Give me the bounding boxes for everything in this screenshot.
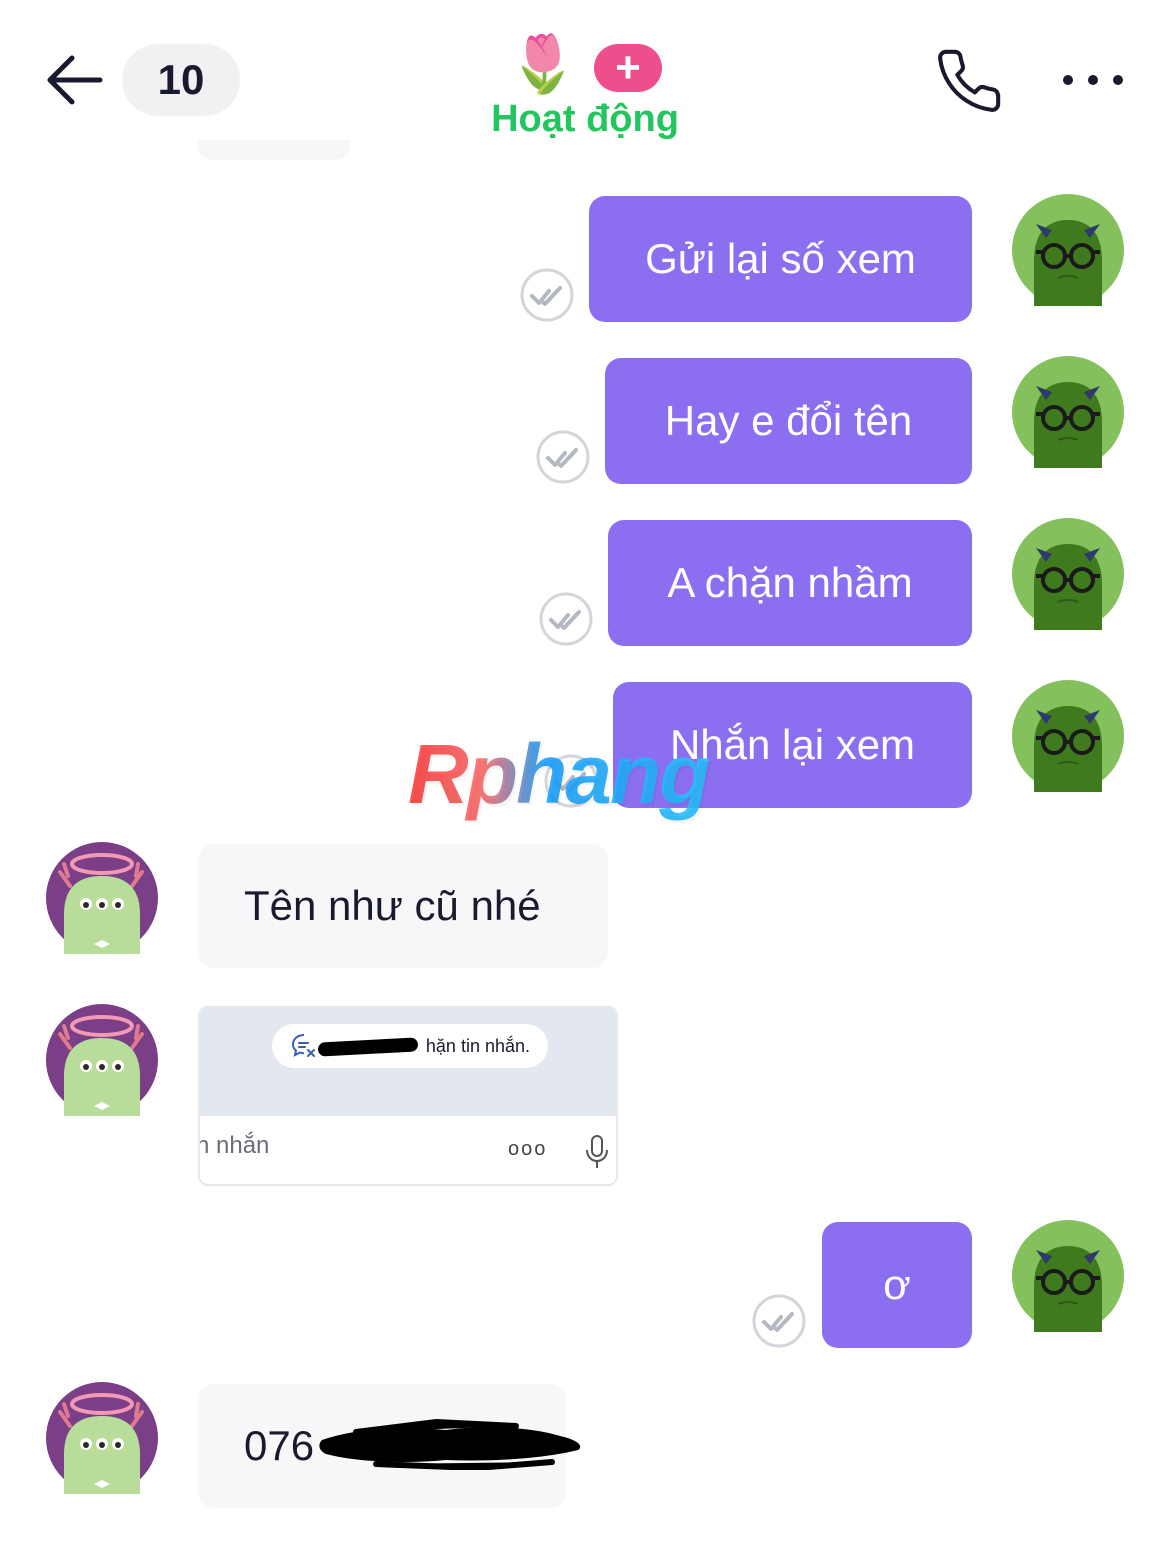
sent-message-bubble[interactable]: ơ bbox=[822, 1222, 972, 1348]
chat-blocked-icon bbox=[291, 1034, 315, 1057]
previous-message-edge bbox=[198, 140, 350, 160]
seen-check-icon bbox=[520, 268, 574, 322]
more-options-icon[interactable] bbox=[1058, 66, 1128, 94]
image-more-dots: ooo bbox=[508, 1138, 548, 1160]
contact-avatar[interactable] bbox=[46, 1004, 158, 1116]
my-avatar[interactable] bbox=[1012, 194, 1124, 306]
online-status: Hoạt động bbox=[491, 98, 679, 140]
my-avatar[interactable] bbox=[1012, 680, 1124, 792]
received-message-bubble[interactable]: Tên như cũ nhé bbox=[198, 844, 608, 968]
back-arrow-icon[interactable] bbox=[44, 52, 108, 108]
my-avatar[interactable] bbox=[1012, 356, 1124, 468]
image-input-placeholder: n nhắn bbox=[198, 1132, 270, 1159]
blocked-notice-text: hặn tin nhắn. bbox=[425, 1035, 530, 1056]
seen-check-icon bbox=[752, 1294, 806, 1348]
tulip-icon: 🌷 bbox=[508, 32, 578, 95]
contact-avatar[interactable] bbox=[46, 1382, 158, 1494]
microphone-icon bbox=[584, 1134, 610, 1170]
unread-count-badge[interactable]: 10 bbox=[122, 44, 240, 116]
image-message[interactable]: hặn tin nhắn. n nhắn ooo bbox=[198, 1006, 618, 1186]
contact-avatar[interactable] bbox=[46, 842, 158, 954]
sent-message-bubble[interactable]: Gửi lại số xem bbox=[589, 196, 972, 322]
redaction-scribble bbox=[316, 1418, 586, 1472]
seen-check-icon bbox=[536, 430, 590, 484]
my-avatar[interactable] bbox=[1012, 518, 1124, 630]
watermark-logo: Rphang bbox=[408, 727, 711, 821]
add-button[interactable]: + bbox=[594, 44, 662, 92]
sent-message-bubble[interactable]: Hay e đổi tên bbox=[605, 358, 972, 484]
seen-check-icon bbox=[539, 592, 593, 646]
sent-message-bubble[interactable]: A chặn nhầm bbox=[608, 520, 972, 646]
phone-call-icon[interactable] bbox=[934, 46, 1004, 116]
my-avatar[interactable] bbox=[1012, 1220, 1124, 1332]
